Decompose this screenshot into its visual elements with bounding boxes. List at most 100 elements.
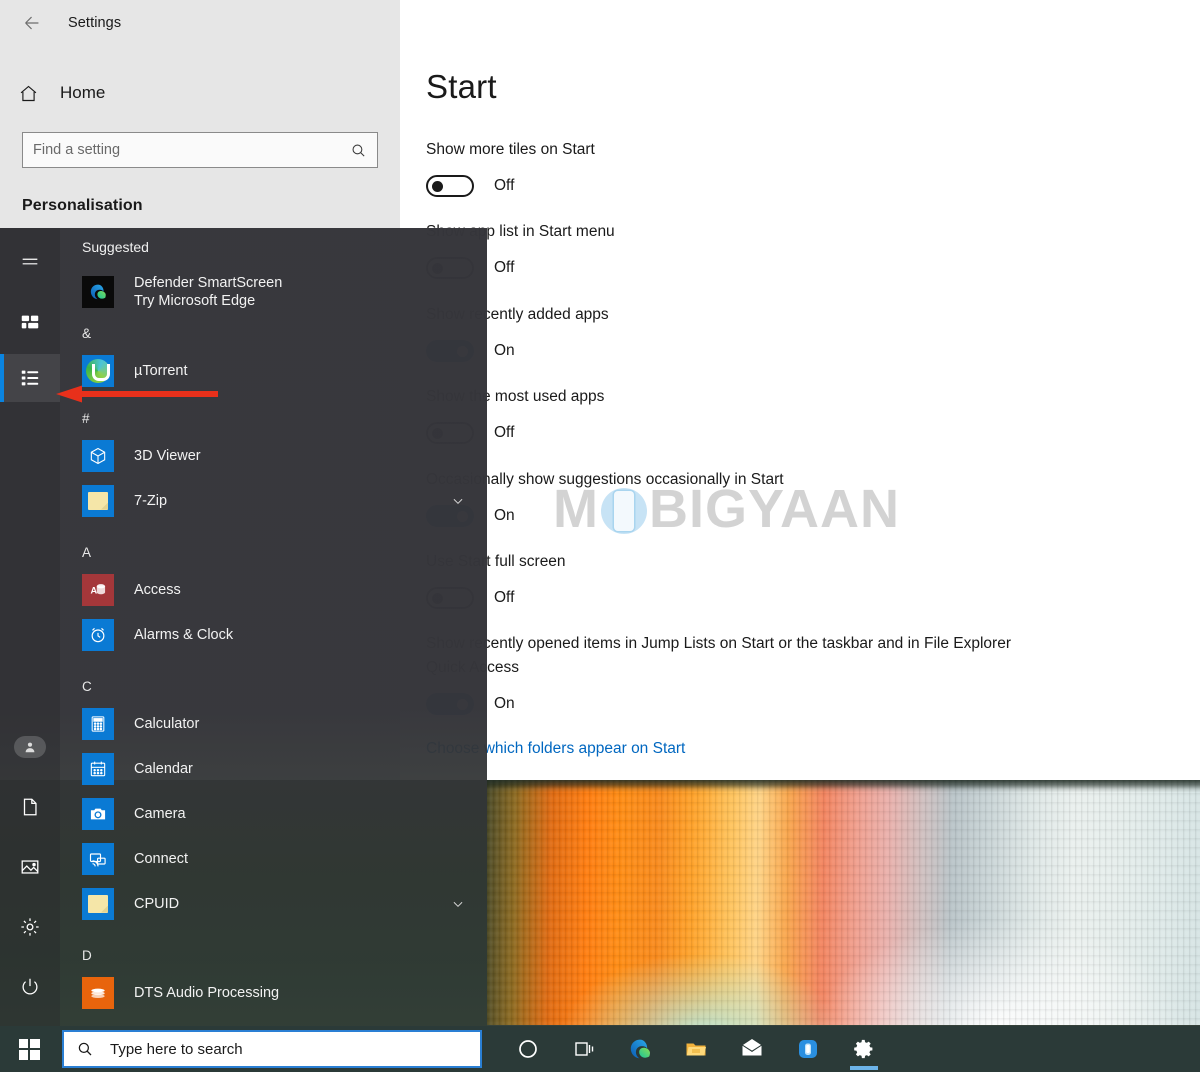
group-header[interactable]: A [60, 537, 487, 567]
toggle-state-label: Off [494, 589, 514, 607]
connect-cast-icon [82, 843, 114, 875]
list-item-label: 3D Viewer [134, 447, 201, 465]
group-header[interactable]: D [60, 940, 487, 970]
find-setting-placeholder: Find a setting [33, 142, 350, 158]
calculator-icon [82, 708, 114, 740]
settings-gear-icon[interactable] [0, 903, 60, 951]
setting-toggle-row: Off [426, 175, 1166, 197]
toggle-state-label: Off [494, 259, 514, 277]
list-item[interactable]: 7-Zip [60, 478, 487, 523]
user-account-icon[interactable] [0, 723, 60, 771]
setting-row: Use Start full screen Off [426, 550, 1166, 609]
list-item-label: Defender SmartScreen Try Microsoft Edge [134, 274, 282, 310]
start-menu: Suggested [0, 228, 487, 1026]
mail-icon[interactable] [724, 1026, 780, 1072]
setting-row: Show recently opened items in Jump Lists… [426, 632, 1026, 715]
windows-logo-icon[interactable] [0, 1026, 58, 1072]
window-title: Settings [68, 15, 121, 31]
all-apps-list-icon[interactable] [0, 354, 60, 402]
access-icon: A [82, 574, 114, 606]
list-item[interactable]: Calendar [60, 746, 487, 791]
list-item-label: Alarms & Clock [134, 626, 233, 644]
list-item-label: µTorrent [134, 362, 187, 380]
setting-toggle-row: On [426, 505, 1166, 527]
group-header[interactable]: # [60, 403, 487, 433]
list-item[interactable]: CPUID [60, 881, 487, 926]
list-item[interactable]: 3D Viewer [60, 433, 487, 478]
setting-label: Show recently opened items in Jump Lists… [426, 632, 1026, 680]
taskbar-search-input[interactable]: Type here to search [62, 1030, 482, 1068]
taskbar: Type here to search [0, 1026, 1200, 1072]
group-header[interactable]: C [60, 671, 487, 701]
folder-icon [82, 888, 114, 920]
chevron-down-icon[interactable] [451, 494, 465, 508]
cube-icon [82, 440, 114, 472]
taskbar-buttons [500, 1026, 892, 1072]
back-arrow-icon[interactable] [8, 3, 56, 43]
toggle-knob [432, 181, 443, 192]
toggle-state-label: On [494, 342, 515, 360]
windows-logo-glyph [19, 1039, 40, 1060]
file-explorer-icon[interactable] [668, 1026, 724, 1072]
sidebar-item-home-label: Home [60, 83, 105, 103]
setting-row: Occasionally show suggestions occasional… [426, 468, 1166, 527]
toggle-state-label: On [494, 695, 515, 713]
svg-text:A: A [91, 585, 98, 595]
documents-icon[interactable] [0, 783, 60, 831]
sidebar-category-heading: Personalisation [22, 197, 143, 215]
list-item[interactable]: Defender SmartScreen Try Microsoft Edge [60, 266, 487, 318]
setting-row: Show recently added apps On [426, 303, 1166, 362]
pictures-icon[interactable] [0, 843, 60, 891]
wallpaper-texture [487, 775, 1200, 1025]
list-item[interactable]: Calculator [60, 701, 487, 746]
find-setting-input[interactable]: Find a setting [22, 132, 378, 168]
toggle-switch[interactable] [426, 175, 474, 197]
list-item[interactable]: A Access [60, 567, 487, 612]
calendar-icon [82, 753, 114, 785]
setting-label: Occasionally show suggestions occasional… [426, 468, 1166, 492]
list-item-label: CPUID [134, 895, 179, 913]
start-menu-rail [0, 228, 60, 1026]
settings-gear-icon[interactable] [836, 1026, 892, 1072]
dts-icon [82, 977, 114, 1009]
cortana-icon[interactable] [500, 1026, 556, 1072]
camera-icon [82, 798, 114, 830]
list-item-label: Calendar [134, 760, 193, 778]
search-icon[interactable] [350, 142, 367, 159]
suggested-header: Suggested [60, 228, 487, 266]
start-apps-list[interactable]: Suggested [60, 228, 487, 1026]
suggested-subtitle: Try Microsoft Edge [134, 292, 282, 310]
setting-label: Show recently added apps [426, 303, 1166, 327]
alarm-clock-icon [82, 619, 114, 651]
task-view-icon[interactable] [556, 1026, 612, 1072]
setting-toggle-row: Off [426, 257, 1166, 279]
search-icon [76, 1040, 94, 1058]
screen: Settings Home Find a setting [0, 0, 1200, 1072]
chevron-down-icon[interactable] [451, 897, 465, 911]
folder-icon [82, 485, 114, 517]
list-item-label: Camera [134, 805, 186, 823]
list-item[interactable]: Camera [60, 791, 487, 836]
annotation-arrow [56, 385, 218, 403]
list-item[interactable]: Alarms & Clock [60, 612, 487, 657]
toggle-state-label: Off [494, 424, 514, 442]
toggle-state-label: On [494, 507, 515, 525]
list-item[interactable]: DTS Audio Processing [60, 970, 487, 1015]
setting-toggle-row: Off [426, 587, 1166, 609]
list-item[interactable]: Connect [60, 836, 487, 881]
edge-icon[interactable] [612, 1026, 668, 1072]
apps-list-inner: Suggested [60, 228, 487, 1015]
list-item-label: Access [134, 581, 181, 599]
setting-toggle-row: On [426, 340, 1166, 362]
setting-label: Show the most used apps [426, 385, 1166, 409]
suggested-title: Defender SmartScreen [134, 275, 282, 291]
toggle-state-label: Off [494, 177, 514, 195]
setting-toggle-row: On [426, 693, 1026, 715]
hamburger-icon[interactable] [0, 238, 60, 286]
home-icon [18, 83, 48, 104]
power-icon[interactable] [0, 963, 60, 1011]
sidebar-item-home[interactable]: Home [0, 72, 400, 114]
pinned-tiles-icon[interactable] [0, 298, 60, 346]
group-header[interactable]: & [60, 318, 487, 348]
your-phone-icon[interactable] [780, 1026, 836, 1072]
